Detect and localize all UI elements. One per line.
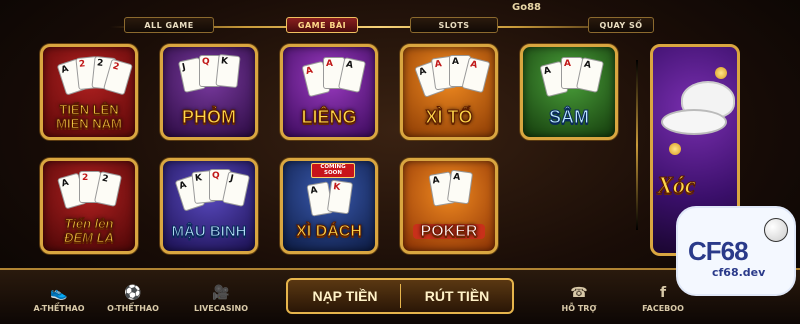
game-title: XÌ DÁCH — [296, 223, 363, 240]
coming-soon-badge: COMING SOON — [311, 163, 355, 178]
game-card-sam[interactable]: A A A SÂM — [520, 44, 618, 140]
playing-cards-icon: A 2 2 — [55, 169, 129, 219]
playing-cards-icon: A A A — [535, 55, 609, 105]
nav-support[interactable]: ☎ HỖ TRỢ — [544, 284, 614, 313]
facebook-icon: f — [659, 285, 667, 301]
playing-cards-icon: A A A A — [414, 55, 491, 105]
nav-o-thethao[interactable]: ⚽ O-THỂTHAO — [98, 284, 168, 313]
top-bar: Go88 ALL GAME GAME BÀI SLOTS QUAY SỐ — [0, 0, 800, 40]
coin-icon — [715, 67, 727, 79]
game-title: LIÊNG — [301, 107, 357, 127]
deposit-button[interactable]: NẠP TIỀN — [290, 280, 400, 312]
game-card-mau-binh[interactable]: A K Q J MẬU BINH — [160, 158, 258, 254]
camera-icon: 🎥 — [212, 285, 230, 301]
game-lobby: Go88 ALL GAME GAME BÀI SLOTS QUAY SỐ A 2… — [0, 0, 800, 324]
nav-livecasino[interactable]: 🎥 LIVECASINO — [186, 284, 256, 313]
cf68-watermark-logo: CF68 cf68.dev — [676, 206, 796, 296]
game-card-phom[interactable]: J Q K PHỎM — [160, 44, 258, 140]
playing-cards-icon: A K — [295, 179, 369, 229]
coin-icon — [669, 143, 681, 155]
playing-cards-icon: A A A — [295, 55, 369, 105]
tab-quay-so[interactable]: QUAY SỐ — [588, 17, 654, 33]
soccer-ball-icon: ⚽ — [124, 285, 142, 301]
game-card-lieng[interactable]: A A A LIÊNG — [280, 44, 378, 140]
game-title: SÂM — [549, 107, 590, 127]
withdraw-button[interactable]: RÚT TIỀN — [402, 280, 512, 312]
tab-slots[interactable]: SLOTS — [410, 17, 498, 33]
game-card-tien-len-mien-nam[interactable]: A 2 2 2 TIẾN LÊN MIỀN NAM — [40, 44, 138, 140]
tab-all-game[interactable]: ALL GAME — [124, 17, 214, 33]
game-title: MẬU BINH — [171, 223, 247, 240]
game-title: PHỎM — [182, 107, 237, 127]
playing-cards-icon: A 2 2 2 — [55, 55, 133, 105]
playing-cards-icon: A A — [415, 169, 489, 219]
game-title: Xóc — [657, 173, 697, 200]
support-icon: ☎ — [570, 285, 588, 301]
scroll-divider — [636, 60, 638, 230]
nav-a-thethao[interactable]: 👟 A-THỂTHAO — [24, 284, 94, 313]
plate-icon — [661, 109, 727, 135]
deposit-withdraw-group: NẠP TIỀN RÚT TIỀN — [286, 278, 514, 314]
game-card-xi-dach[interactable]: COMING SOON A K XÌ DÁCH — [280, 158, 378, 254]
game-title: POKER — [413, 223, 485, 240]
game-title: TIẾN LÊN MIỀN NAM — [56, 102, 123, 131]
shoe-icon: 👟 — [50, 285, 68, 301]
brand-label: Go88 — [512, 2, 541, 13]
tab-game-bai[interactable]: GAME BÀI — [286, 17, 358, 33]
game-card-poker[interactable]: A A POKER — [400, 158, 498, 254]
playing-cards-icon: A K Q J — [174, 169, 251, 219]
game-title: Tiến lên ĐẾM LÁ — [64, 216, 115, 245]
game-title: XÌ TỐ — [425, 107, 473, 127]
game-card-xi-to[interactable]: A A A A XÌ TỐ — [400, 44, 498, 140]
button-separator — [400, 284, 401, 308]
soccer-ball-icon — [764, 218, 788, 242]
game-card-tien-len-dem-la[interactable]: A 2 2 Tiến lên ĐẾM LÁ — [40, 158, 138, 254]
playing-cards-icon: J Q K — [175, 53, 249, 105]
